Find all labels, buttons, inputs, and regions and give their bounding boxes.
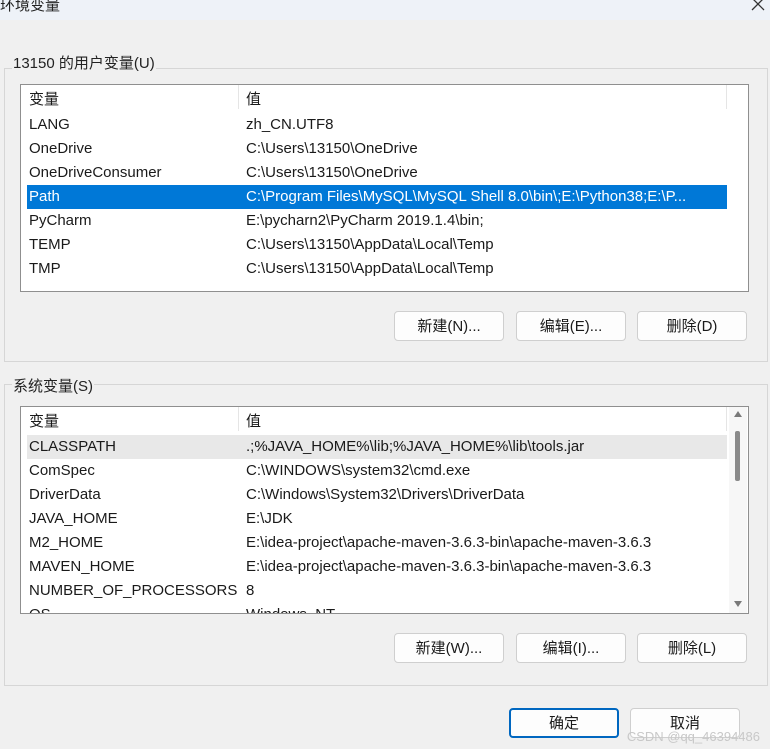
table-row[interactable]: Path C:\Program Files\MySQL\MySQL Shell 8… xyxy=(27,185,727,209)
user-new-button[interactable]: 新建(N)... xyxy=(394,311,504,341)
table-row[interactable]: DriverData C:\Windows\System32\Drivers\Dr… xyxy=(27,483,727,507)
variable-name: M2_HOME xyxy=(29,534,104,551)
scroll-up-arrow-icon[interactable] xyxy=(734,411,742,417)
variable-name: NUMBER_OF_PROCESSORS xyxy=(29,582,238,599)
variable-name: OneDrive xyxy=(29,140,93,157)
system-list-scrollbar[interactable] xyxy=(729,407,747,613)
table-row[interactable]: TEMP C:\Users\13150\AppData\Local\Temp xyxy=(27,233,727,257)
table-row[interactable]: NUMBER_OF_PROCESSORS 8 xyxy=(27,579,727,603)
variable-value: zh_CN.UTF8 xyxy=(246,116,334,133)
variable-value: C:\WINDOWS\system32\cmd.exe xyxy=(246,462,471,479)
watermark: CSDN @qq_46394486 xyxy=(626,729,760,744)
variable-value: E:\idea-project\apache-maven-3.6.3-bin\a… xyxy=(246,558,652,575)
variable-name: LANG xyxy=(29,116,70,133)
scroll-thumb[interactable] xyxy=(735,431,740,481)
column-divider[interactable] xyxy=(726,407,727,431)
column-header-value[interactable]: 值 xyxy=(246,410,261,434)
system-new-button[interactable]: 新建(W)... xyxy=(394,633,504,663)
table-row[interactable]: OneDrive C:\Users\13150\OneDrive xyxy=(27,137,727,161)
variable-value: C:\Users\13150\AppData\Local\Temp xyxy=(246,260,494,277)
variable-value: Windows_NT xyxy=(246,603,335,613)
column-divider[interactable] xyxy=(238,85,239,109)
variable-name: Path xyxy=(29,188,60,205)
user-delete-button[interactable]: 删除(D) xyxy=(637,311,747,341)
variable-name: OneDriveConsumer xyxy=(29,164,162,181)
column-header-value[interactable]: 值 xyxy=(246,88,261,112)
user-edit-button[interactable]: 编辑(E)... xyxy=(516,311,626,341)
table-row[interactable]: M2_HOME E:\idea-project\apache-maven-3.6.… xyxy=(27,531,727,555)
list-header: 变量 值 xyxy=(21,85,748,113)
table-row[interactable]: JAVA_HOME E:\JDK xyxy=(27,507,727,531)
variable-value: C:\Windows\System32\Drivers\DriverData xyxy=(246,486,525,503)
variable-name: DriverData xyxy=(29,486,101,503)
variable-name: MAVEN_HOME xyxy=(29,558,135,575)
variable-value: E:\idea-project\apache-maven-3.6.3-bin\a… xyxy=(246,534,652,551)
variable-name: PyCharm xyxy=(29,212,92,229)
variable-value: .;%JAVA_HOME%\lib;%JAVA_HOME%\lib\tools.… xyxy=(246,438,585,455)
variable-name: CLASSPATH xyxy=(29,438,116,455)
variable-name: ComSpec xyxy=(29,462,95,479)
title-bar: 环境变量 xyxy=(0,0,770,20)
system-variables-label: 系统变量(S) xyxy=(12,375,94,396)
table-row[interactable]: MAVEN_HOME E:\idea-project\apache-maven-3… xyxy=(27,555,727,579)
column-header-name[interactable]: 变量 xyxy=(29,88,59,112)
table-row[interactable]: OneDriveConsumer C:\Users\13150\OneDrive xyxy=(27,161,727,185)
ok-button[interactable]: 确定 xyxy=(509,708,619,738)
system-variables-list[interactable]: 变量 值 CLASSPATH .;%JAVA_HOME%\lib;%JAVA_HO… xyxy=(20,406,749,614)
user-variables-label: 13150 的用户变量(U) xyxy=(12,52,156,73)
table-row[interactable]: TMP C:\Users\13150\AppData\Local\Temp xyxy=(27,257,727,281)
variable-value: C:\Users\13150\OneDrive xyxy=(246,164,418,181)
variable-value: C:\Users\13150\OneDrive xyxy=(246,140,418,157)
variable-value: E:\JDK xyxy=(246,510,293,527)
variable-value: C:\Users\13150\AppData\Local\Temp xyxy=(246,236,494,253)
window-title: 环境变量 xyxy=(0,0,61,14)
variable-name: TEMP xyxy=(29,236,71,253)
table-row[interactable]: PyCharm E:\pycharn2\PyCharm 2019.1.4\bin; xyxy=(27,209,727,233)
variable-name: OS xyxy=(29,603,51,613)
scroll-down-arrow-icon[interactable] xyxy=(734,601,742,607)
user-variables-list[interactable]: 变量 值 LANG zh_CN.UTF8 OneDrive C:\Users\1315… xyxy=(20,84,749,292)
table-row[interactable]: OS Windows_NT xyxy=(27,603,727,613)
variable-value: E:\pycharn2\PyCharm 2019.1.4\bin; xyxy=(246,212,484,229)
system-edit-button[interactable]: 编辑(I)... xyxy=(516,633,626,663)
table-row[interactable]: LANG zh_CN.UTF8 xyxy=(27,113,727,137)
variable-value: 8 xyxy=(246,582,255,599)
system-delete-button[interactable]: 删除(L) xyxy=(637,633,747,663)
column-divider[interactable] xyxy=(238,407,239,431)
column-header-name[interactable]: 变量 xyxy=(29,410,59,434)
variable-name: TMP xyxy=(29,260,61,277)
table-row[interactable]: ComSpec C:\WINDOWS\system32\cmd.exe xyxy=(27,459,727,483)
table-row[interactable]: CLASSPATH .;%JAVA_HOME%\lib;%JAVA_HOME%\l… xyxy=(27,435,727,459)
variable-name: JAVA_HOME xyxy=(29,510,118,527)
list-header: 变量 值 xyxy=(21,407,748,435)
column-divider[interactable] xyxy=(726,85,727,109)
variable-value: C:\Program Files\MySQL\MySQL Shell 8.0\b… xyxy=(246,188,687,205)
close-icon[interactable] xyxy=(750,0,766,12)
